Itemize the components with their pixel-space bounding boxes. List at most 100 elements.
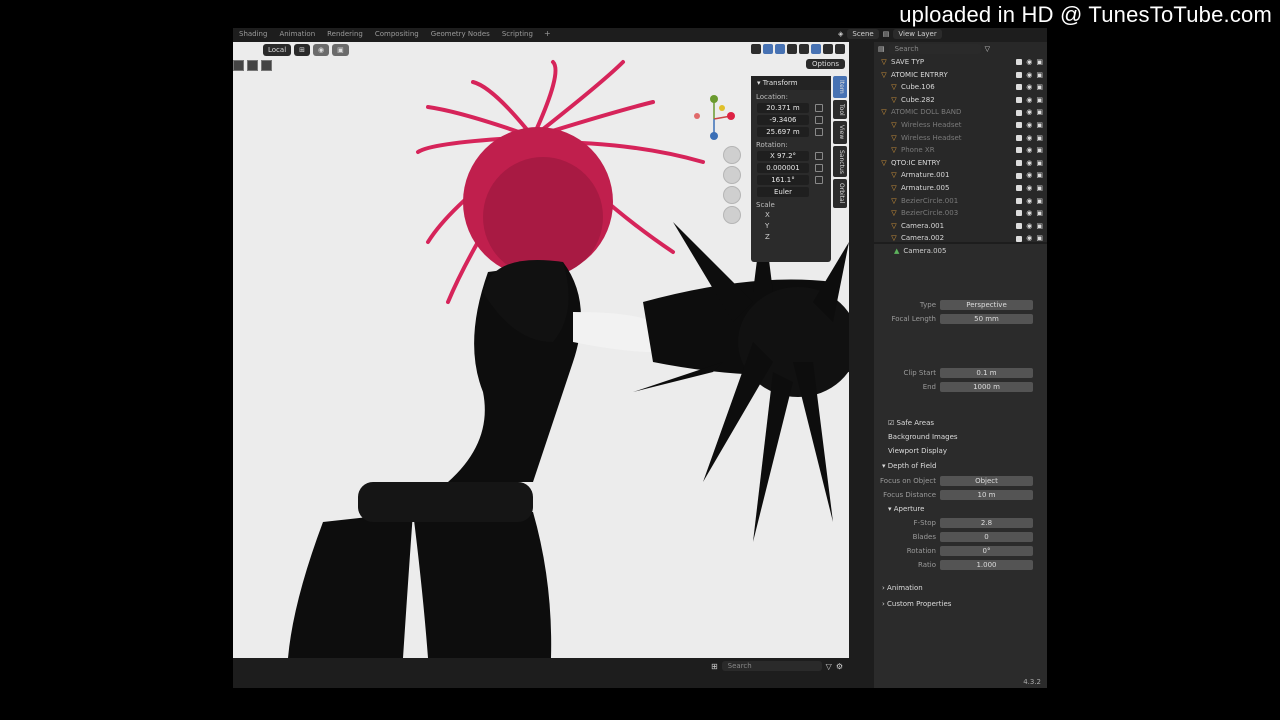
- outliner-row[interactable]: ▽ Cube.106 ◉ ▣: [874, 81, 1047, 94]
- lock-icon[interactable]: [815, 116, 823, 124]
- outliner-row[interactable]: ▽ Phone XR ◉ ▣: [874, 144, 1047, 157]
- proportional-edit-toggle[interactable]: ◉: [313, 44, 330, 56]
- safe-areas-checkbox[interactable]: ☑ Safe Areas: [874, 416, 1047, 430]
- outliner-row[interactable]: ▽ Wireless Headset ◉ ▣: [874, 132, 1047, 145]
- checkbox-icon[interactable]: [1016, 134, 1023, 141]
- navigation-gizmo[interactable]: [689, 94, 739, 144]
- outliner-row[interactable]: ▽ QTO:IC ENTRY ◉ ▣: [874, 157, 1047, 170]
- render-camera-icon[interactable]: ▣: [1036, 69, 1043, 82]
- outliner-row[interactable]: ▽ Camera.001 ◉ ▣: [874, 220, 1047, 233]
- focal-length-field[interactable]: 50 mm: [940, 314, 1033, 324]
- location-y-field[interactable]: -9.3406: [757, 115, 809, 125]
- checkbox-icon[interactable]: [1016, 122, 1023, 129]
- viewlayer-selector[interactable]: View Layer: [893, 29, 942, 39]
- ratio-field[interactable]: 1.000: [940, 560, 1033, 570]
- lock-icon[interactable]: [815, 164, 823, 172]
- rotation-y-field[interactable]: 0.000001: [757, 163, 809, 173]
- render-camera-icon[interactable]: ▣: [1036, 132, 1043, 145]
- eye-icon[interactable]: ◉: [1026, 132, 1032, 145]
- checkbox-icon[interactable]: [1016, 210, 1023, 217]
- background-images-panel[interactable]: Background Images: [874, 430, 1047, 444]
- fstop-field[interactable]: 2.8: [940, 518, 1033, 528]
- options-button[interactable]: Options: [805, 59, 845, 69]
- blades-field[interactable]: 0: [940, 532, 1033, 542]
- select-box-icon[interactable]: [233, 59, 244, 71]
- scene-selector[interactable]: Scene: [847, 29, 879, 39]
- editor-type-icon[interactable]: ⊞: [711, 662, 718, 671]
- pivot-selector[interactable]: Local: [263, 44, 292, 56]
- eye-icon[interactable]: ◉: [1026, 144, 1032, 157]
- render-camera-icon[interactable]: ▣: [1036, 56, 1043, 69]
- eye-icon[interactable]: ◉: [1026, 157, 1032, 170]
- outliner-row[interactable]: ▽ BezierCircle.003 ◉ ▣: [874, 207, 1047, 220]
- eye-icon[interactable]: ◉: [1026, 106, 1032, 119]
- solid-shading-icon[interactable]: [811, 44, 821, 54]
- checkbox-icon[interactable]: [1016, 59, 1023, 66]
- eye-icon[interactable]: ◉: [1026, 69, 1032, 82]
- select-lasso-icon[interactable]: [261, 59, 272, 71]
- outliner-row[interactable]: ▽ SAVE TYP ◉ ▣: [874, 56, 1047, 69]
- tab-shading[interactable]: Shading: [233, 28, 273, 42]
- animation-panel[interactable]: › Animation: [874, 580, 1047, 596]
- snap-toggle[interactable]: ⊞: [294, 44, 311, 56]
- eye-icon[interactable]: ◉: [1026, 182, 1032, 195]
- outliner-row[interactable]: ▽ ATOMIC ENTRRY ◉ ▣: [874, 69, 1047, 82]
- render-camera-icon[interactable]: ▣: [1036, 106, 1043, 119]
- object-name-field[interactable]: Camera.005: [903, 247, 946, 255]
- focus-distance-field[interactable]: 10 m: [940, 490, 1033, 500]
- filter-icon[interactable]: ▽: [826, 662, 832, 671]
- render-camera-icon[interactable]: ▣: [1036, 144, 1043, 157]
- tab-sanctus[interactable]: Sanctus: [833, 145, 847, 178]
- wireframe-shading-icon[interactable]: [799, 44, 809, 54]
- tab-compositing[interactable]: Compositing: [369, 28, 425, 42]
- 3d-viewport[interactable]: Local ⊞ ◉ ▣ Options ▾ Transform Location…: [233, 42, 849, 658]
- zoom-icon[interactable]: [723, 146, 741, 164]
- eye-icon[interactable]: ◉: [1026, 220, 1032, 233]
- render-camera-icon[interactable]: ▣: [1036, 119, 1043, 132]
- checkbox-icon[interactable]: [1016, 197, 1023, 204]
- outliner-row[interactable]: ▽ Armature.001 ◉ ▣: [874, 169, 1047, 182]
- pan-icon[interactable]: [723, 166, 741, 184]
- lock-icon[interactable]: [815, 128, 823, 136]
- eye-icon[interactable]: ◉: [1026, 195, 1032, 208]
- display-mode-icon[interactable]: ▤: [878, 45, 885, 53]
- overlays-icon[interactable]: [775, 44, 785, 54]
- render-camera-icon[interactable]: ▣: [1036, 182, 1043, 195]
- outliner-filter-icon[interactable]: ▽: [985, 45, 990, 53]
- render-camera-icon[interactable]: ▣: [1036, 195, 1043, 208]
- eye-icon[interactable]: ◉: [1026, 56, 1032, 69]
- lock-icon[interactable]: [815, 104, 823, 112]
- clip-start-field[interactable]: 0.1 m: [940, 368, 1033, 378]
- tab-rendering[interactable]: Rendering: [321, 28, 369, 42]
- outliner-search-input[interactable]: Search: [888, 44, 981, 54]
- render-camera-icon[interactable]: ▣: [1036, 157, 1043, 170]
- type-select[interactable]: Perspective: [940, 300, 1033, 310]
- checkbox-icon[interactable]: [1016, 160, 1023, 167]
- aperture-rotation-field[interactable]: 0°: [940, 546, 1033, 556]
- outliner-row[interactable]: ▽ Wireless Headset ◉ ▣: [874, 119, 1047, 132]
- transform-panel-title[interactable]: ▾ Transform: [751, 76, 831, 90]
- rendered-shading-icon[interactable]: [835, 44, 845, 54]
- depth-of-field-panel[interactable]: ▾ Depth of Field: [874, 458, 1047, 474]
- render-camera-icon[interactable]: ▣: [1036, 207, 1043, 220]
- select-circle-icon[interactable]: [247, 59, 258, 71]
- checkbox-icon[interactable]: [1016, 97, 1023, 104]
- timeline-search-input[interactable]: Search: [721, 661, 822, 671]
- checkbox-icon[interactable]: [1016, 84, 1023, 91]
- rotation-z-field[interactable]: 161.1°: [757, 175, 809, 185]
- checkbox-icon[interactable]: [1016, 147, 1023, 154]
- checkbox-icon[interactable]: [1016, 109, 1023, 116]
- custom-properties-panel[interactable]: › Custom Properties: [874, 596, 1047, 612]
- xray-icon[interactable]: [787, 44, 797, 54]
- perspective-toggle-icon[interactable]: [723, 206, 741, 224]
- rotation-x-field[interactable]: X 97.2°: [757, 151, 809, 161]
- checkbox-icon[interactable]: [1016, 172, 1023, 179]
- add-workspace-button[interactable]: +: [539, 28, 556, 42]
- eye-icon[interactable]: ◉: [1026, 119, 1032, 132]
- settings-gear-icon[interactable]: ⚙: [836, 662, 843, 671]
- overlay-toggle[interactable]: ▣: [332, 44, 349, 56]
- checkbox-icon[interactable]: [1016, 71, 1023, 78]
- camera-view-icon[interactable]: [723, 186, 741, 204]
- focus-object-field[interactable]: Object: [940, 476, 1033, 486]
- eye-icon[interactable]: ◉: [1026, 207, 1032, 220]
